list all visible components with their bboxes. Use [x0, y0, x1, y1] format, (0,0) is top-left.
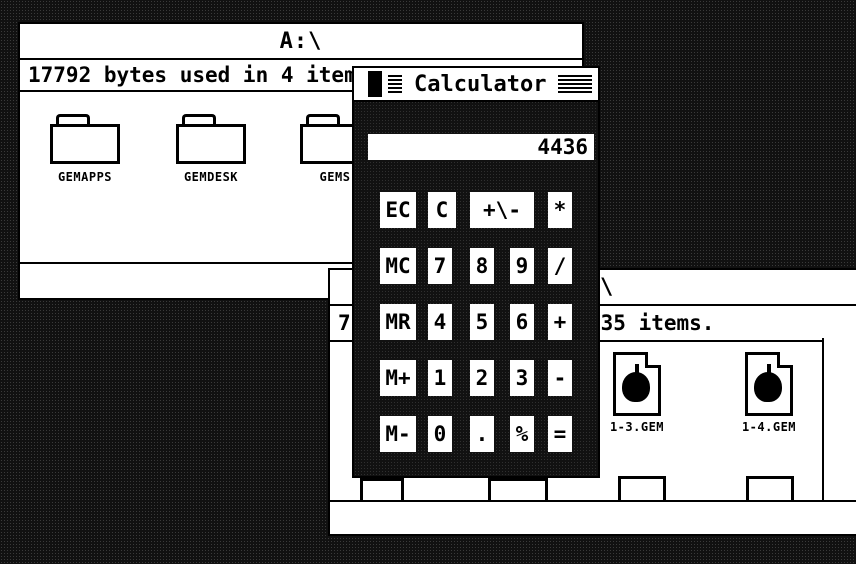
key-4[interactable]: 4: [428, 304, 452, 340]
window-b-vscrollbar[interactable]: [822, 338, 856, 502]
key-divide[interactable]: /: [548, 248, 572, 284]
close-box-icon[interactable]: [368, 71, 382, 97]
document-icon: [488, 478, 548, 500]
bomb-icon: [754, 372, 782, 402]
file-label: 1-3.GEM: [609, 420, 665, 434]
folder-label: GEMDESK: [183, 170, 239, 184]
key-9[interactable]: 9: [510, 248, 534, 284]
folder-icon: [176, 114, 246, 166]
key-8[interactable]: 8: [470, 248, 494, 284]
key-equals[interactable]: =: [548, 416, 572, 452]
title-stripes: [388, 75, 402, 93]
window-a-title: A:\: [279, 28, 323, 54]
key-m-minus[interactable]: M-: [380, 416, 416, 452]
key-3[interactable]: 3: [510, 360, 534, 396]
key-m-plus[interactable]: M+: [380, 360, 416, 396]
window-b-info-left: 7: [338, 311, 351, 335]
key-mr[interactable]: MR: [380, 304, 416, 340]
folder-item-gemdesk[interactable]: GEMDESK: [166, 114, 256, 184]
document-icon: [746, 476, 794, 500]
window-a-info: 17792 bytes used in 4 items.: [28, 63, 383, 87]
folder-icon: [50, 114, 120, 166]
document-icon: [618, 476, 666, 500]
calculator-display: 4436: [368, 134, 594, 160]
key-7[interactable]: 7: [428, 248, 452, 284]
key-add[interactable]: +: [548, 304, 572, 340]
key-c[interactable]: C: [428, 192, 456, 228]
key-plus-minus[interactable]: +\-: [470, 192, 534, 228]
key-2[interactable]: 2: [470, 360, 494, 396]
calculator-window[interactable]: Calculator 4436 EC C +\- * MC 7 8 9 / MR…: [352, 66, 600, 478]
key-percent[interactable]: %: [510, 416, 534, 452]
key-mc[interactable]: MC: [380, 248, 416, 284]
folder-label: GEMAPPS: [57, 170, 113, 184]
key-multiply[interactable]: *: [548, 192, 572, 228]
file-label: 1-4.GEM: [741, 420, 797, 434]
file-item-1-3[interactable]: 1-3.GEM: [592, 352, 682, 434]
key-ec[interactable]: EC: [380, 192, 416, 228]
calculator-title: Calculator: [408, 71, 553, 97]
key-5[interactable]: 5: [470, 304, 494, 340]
document-icon: [360, 478, 404, 500]
window-b-title: \: [600, 274, 615, 300]
folder-item-gemapps[interactable]: GEMAPPS: [40, 114, 130, 184]
key-1[interactable]: 1: [428, 360, 452, 396]
window-a-titlebar[interactable]: A:\: [20, 24, 582, 60]
window-b-info-right: 35 items.: [600, 311, 715, 335]
file-item-1-4[interactable]: 1-4.GEM: [724, 352, 814, 434]
document-icon: [613, 352, 661, 416]
bomb-icon: [622, 372, 650, 402]
key-0[interactable]: 0: [428, 416, 452, 452]
key-decimal[interactable]: .: [470, 416, 494, 452]
calculator-titlebar[interactable]: Calculator: [354, 68, 598, 102]
document-icon: [745, 352, 793, 416]
key-6[interactable]: 6: [510, 304, 534, 340]
title-stripes: [558, 75, 592, 93]
window-b-hscrollbar[interactable]: [330, 500, 856, 534]
key-subtract[interactable]: -: [548, 360, 572, 396]
